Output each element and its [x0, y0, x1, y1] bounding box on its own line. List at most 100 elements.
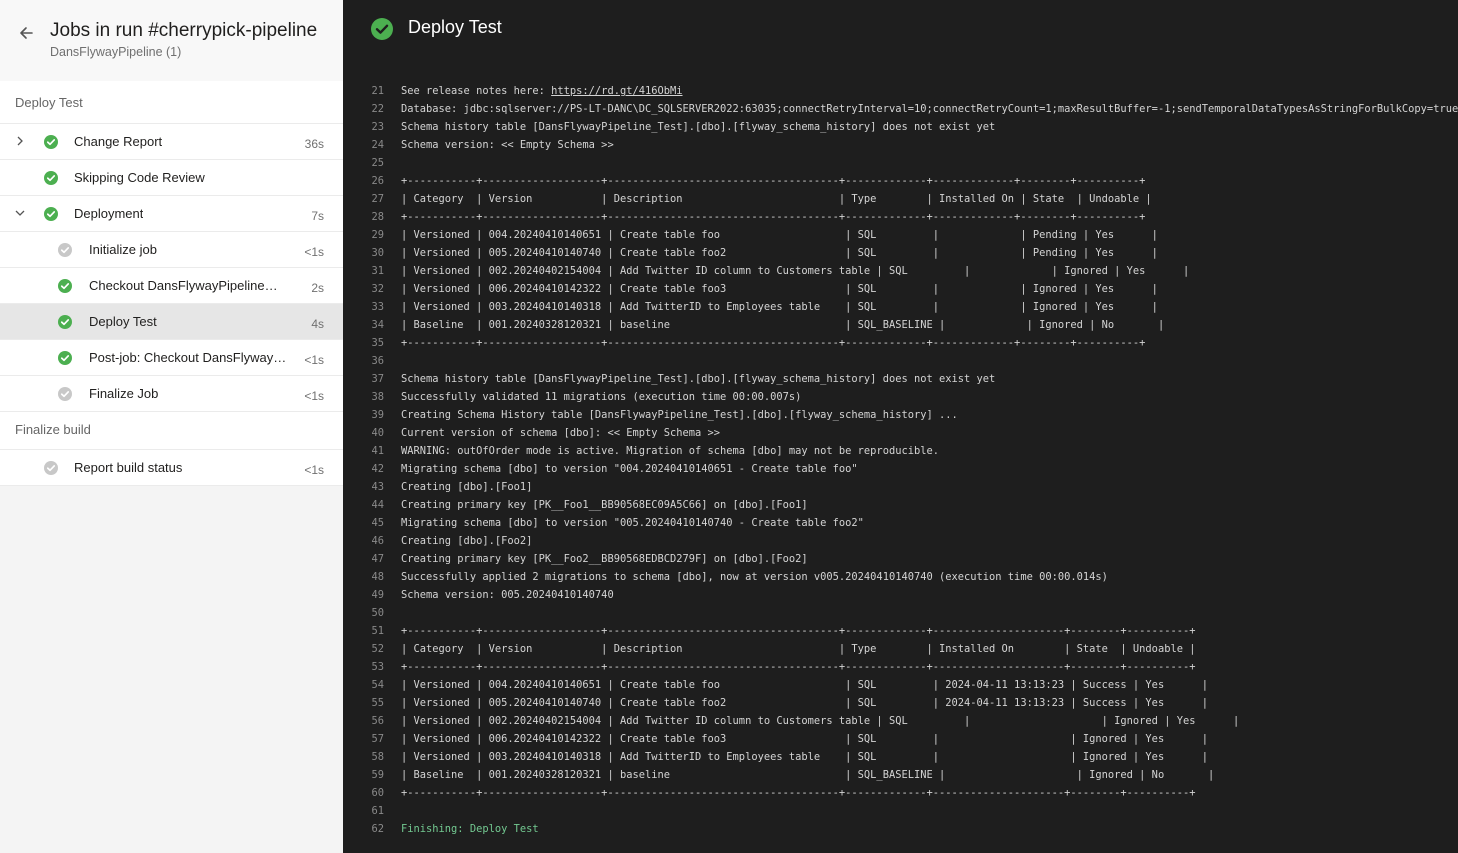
line-number: 23	[371, 121, 384, 133]
log-line: 24 Schema version: << Empty Schema >>	[343, 136, 1458, 154]
stage-header-finalize-build: Finalize build	[0, 412, 343, 450]
line-text: +-----------+-------------------+-------…	[401, 211, 1146, 223]
line-text: Creating [dbo].[Foo2]	[401, 535, 533, 547]
success-check-icon	[58, 315, 72, 329]
line-number: 41	[371, 445, 384, 457]
log-line: 44 Creating primary key [PK__Foo1__BB9056…	[343, 496, 1458, 514]
line-text: Successfully applied 2 migrations to sch…	[401, 571, 1108, 583]
back-arrow-icon[interactable]	[16, 22, 38, 44]
line-text: | Versioned | 005.20240410140740 | Creat…	[401, 247, 1158, 259]
chevron-down-icon[interactable]	[14, 207, 26, 219]
step-duration: <1s	[304, 245, 324, 259]
release-notes-link[interactable]: https://rd.gt/416ObMi	[551, 85, 682, 97]
line-number: 30	[371, 247, 384, 259]
step-duration: 2s	[311, 281, 324, 295]
job-label: Deployment	[74, 206, 144, 221]
log-line: 60 +-----------+-------------------+-----…	[343, 784, 1458, 802]
step-row-checkout[interactable]: Checkout DansFlywayPipeline@main to s 2s	[0, 268, 343, 304]
line-text: Creating Schema History table [DansFlywa…	[401, 409, 958, 421]
line-text: Successfully validated 11 migrations (ex…	[401, 391, 802, 403]
line-number: 31	[371, 265, 384, 277]
log-line: 42 Migrating schema [dbo] to version "004…	[343, 460, 1458, 478]
line-text: | Versioned | 003.20240410140318 | Add T…	[401, 301, 1158, 313]
job-row-change-report[interactable]: Change Report 36s	[0, 124, 343, 160]
line-number: 39	[371, 409, 384, 421]
line-text: Creating primary key [PK__Foo2__BB90568E…	[401, 553, 808, 565]
log-line: 51 +-----------+-------------------+-----…	[343, 622, 1458, 640]
line-number: 46	[371, 535, 384, 547]
success-check-icon	[44, 135, 58, 149]
step-row-initialize-job[interactable]: Initialize job <1s	[0, 232, 343, 268]
line-text: +-----------+-------------------+-------…	[401, 661, 1196, 673]
job-label: Skipping Code Review	[74, 170, 205, 185]
log-line: 43 Creating [dbo].[Foo1]	[343, 478, 1458, 496]
line-text: Creating primary key [PK__Foo1__BB90568E…	[401, 499, 808, 511]
log-line: 39 Creating Schema History table [DansFly…	[343, 406, 1458, 424]
log-line: 45 Migrating schema [dbo] to version "005…	[343, 514, 1458, 532]
step-row-post-job-checkout[interactable]: Post-job: Checkout DansFlywayPipeline@ma…	[0, 340, 343, 376]
line-text: | Versioned | 004.20240410140651 | Creat…	[401, 679, 1208, 691]
line-text: | Versioned | 004.20240410140651 | Creat…	[401, 229, 1158, 241]
page-title: Jobs in run #cherrypick-pipeline	[50, 20, 318, 41]
step-row-finalize-job[interactable]: Finalize Job <1s	[0, 376, 343, 412]
step-label: Initialize job	[89, 242, 157, 257]
log-line: 40 Current version of schema [dbo]: << Em…	[343, 424, 1458, 442]
line-text	[384, 802, 401, 820]
success-check-icon	[58, 351, 72, 365]
job-row-skipping-code-review[interactable]: Skipping Code Review	[0, 160, 343, 196]
line-number: 33	[371, 301, 384, 313]
line-number: 36	[371, 355, 384, 367]
log-line: 37 Schema history table [DansFlywayPipeli…	[343, 370, 1458, 388]
log-line: 59 | Baseline | 001.20240328120321 | base…	[343, 766, 1458, 784]
chevron-right-icon[interactable]	[14, 135, 26, 147]
log-line: 46 Creating [dbo].[Foo2]	[343, 532, 1458, 550]
line-number: 60	[371, 787, 384, 799]
line-text	[384, 604, 401, 622]
step-label: Post-job: Checkout DansFlywayPipeline@ma…	[89, 350, 289, 365]
line-text: Schema history table [DansFlywayPipeline…	[401, 121, 996, 133]
log-line: 57 | Versioned | 006.20240410142322 | Cre…	[343, 730, 1458, 748]
line-text: | Category | Version | Description | Typ…	[401, 643, 1196, 655]
step-row-deploy-test[interactable]: Deploy Test 4s	[0, 304, 343, 340]
line-number: 49	[371, 589, 384, 601]
log-line: 27 | Category | Version | Description | T…	[343, 190, 1458, 208]
job-list: Deploy Test Change Report 36s Skipping C…	[0, 81, 343, 486]
job-row-deployment[interactable]: Deployment 7s	[0, 196, 343, 232]
job-duration: 36s	[304, 137, 324, 151]
line-number: 57	[371, 733, 384, 745]
line-text: Database: jdbc:sqlserver://PS-LT-DANC\DC…	[401, 103, 1458, 115]
line-number: 48	[371, 571, 384, 583]
line-text: | Versioned | 005.20240410140740 | Creat…	[401, 697, 1208, 709]
line-text: Migrating schema [dbo] to version "005.2…	[401, 517, 864, 529]
log-line: 53 +-----------+-------------------+-----…	[343, 658, 1458, 676]
sidebar-header: Jobs in run #cherrypick-pipeline DansFly…	[0, 0, 343, 81]
log-line: 25	[343, 154, 1458, 172]
log-line: 38 Successfully validated 11 migrations (…	[343, 388, 1458, 406]
line-text: | Versioned | 006.20240410142322 | Creat…	[401, 283, 1158, 295]
step-label: Checkout DansFlywayPipeline@main to s	[89, 278, 289, 293]
log-line: 32 | Versioned | 006.20240410142322 | Cre…	[343, 280, 1458, 298]
line-number: 44	[371, 499, 384, 511]
line-number: 51	[371, 625, 384, 637]
log-line: 56 | Versioned | 002.20240402154004 | Add…	[343, 712, 1458, 730]
log-line: 28 +-----------+-------------------+-----…	[343, 208, 1458, 226]
job-label: Change Report	[74, 134, 163, 149]
log-line: 55 | Versioned | 005.20240410140740 | Cre…	[343, 694, 1458, 712]
log-line: 52 | Category | Version | Description | T…	[343, 640, 1458, 658]
stage-header-deploy-test: Deploy Test	[0, 81, 343, 124]
log-line: 50	[343, 604, 1458, 622]
log-line: 23 Schema history table [DansFlywayPipeli…	[343, 118, 1458, 136]
log-line: 49 Schema version: 005.20240410140740	[343, 586, 1458, 604]
job-row-report-build-status[interactable]: Report build status <1s	[0, 450, 343, 486]
line-text: Current version of schema [dbo]: << Empt…	[401, 427, 721, 439]
skipped-check-icon	[58, 387, 72, 401]
log-line: 48 Successfully applied 2 migrations to s…	[343, 568, 1458, 586]
step-duration: <1s	[304, 353, 324, 367]
log-line: 21 See release notes here: https://rd.gt/…	[343, 82, 1458, 100]
success-check-icon	[44, 207, 58, 221]
line-number: 24	[371, 139, 384, 151]
log-panel: Deploy Test 21 See release notes here: ht…	[343, 0, 1458, 853]
success-check-icon	[58, 279, 72, 293]
success-check-icon	[44, 171, 58, 185]
line-text: Finishing: Deploy Test	[401, 823, 539, 835]
